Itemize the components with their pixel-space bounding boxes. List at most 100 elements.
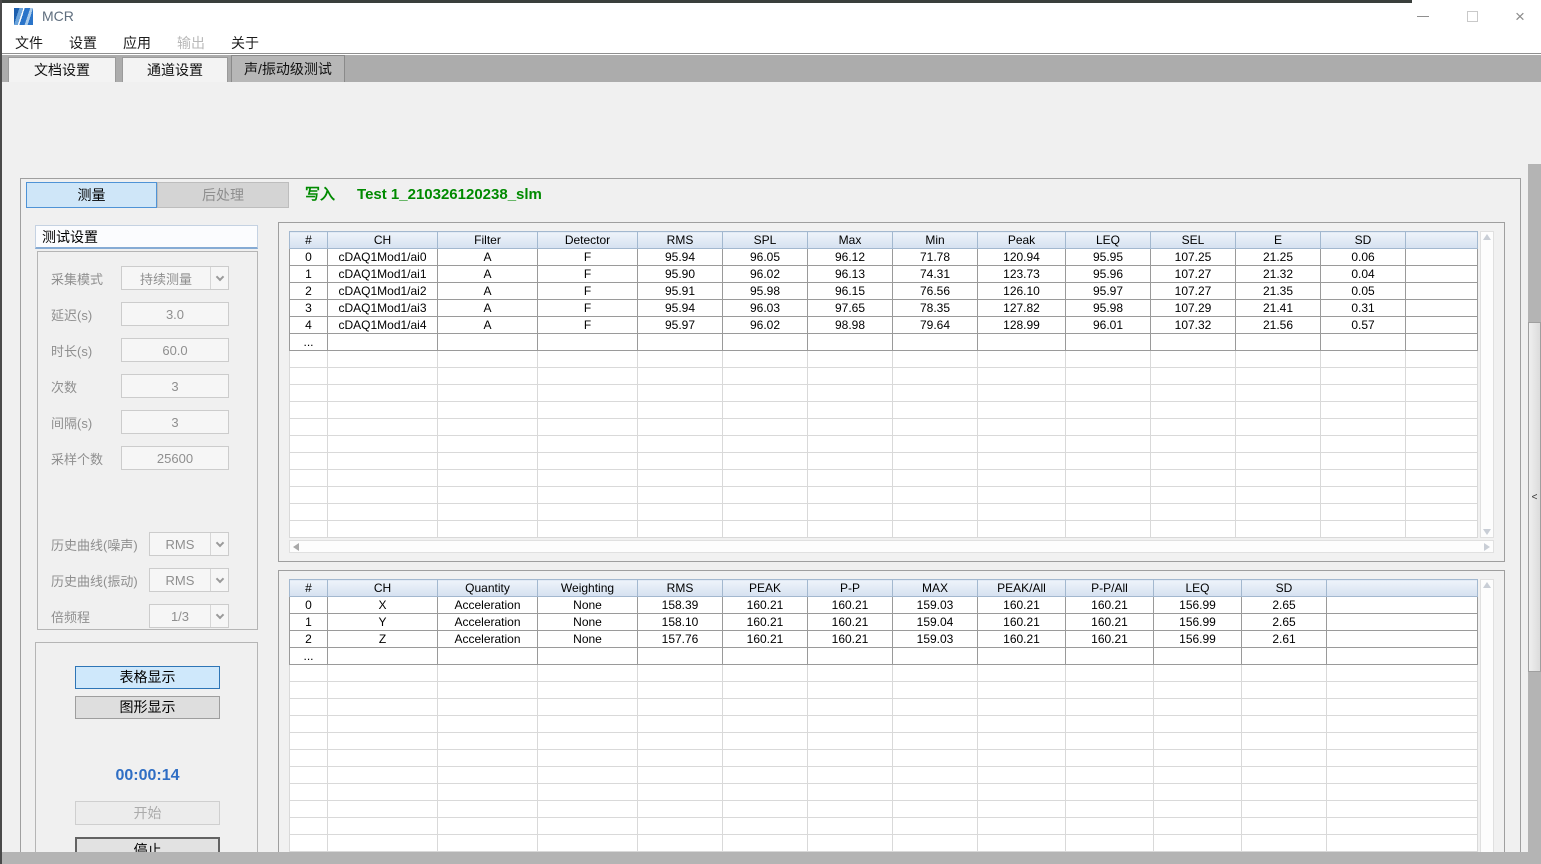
empty-row [290,818,1478,835]
table-cell [1151,504,1236,521]
empty-row [290,784,1478,801]
field-value: 60.0 [122,343,228,358]
table-cell [1321,453,1406,470]
side-collapse-button[interactable]: < [1528,322,1541,672]
table-cell: 2.65 [1242,614,1327,631]
field-row: 延迟(s)3.0 [51,302,229,326]
table-cell [1236,368,1321,385]
table-cell [1321,504,1406,521]
table-cell [978,385,1066,402]
scroll-up-icon [1483,234,1491,240]
table-cell [978,487,1066,504]
field-input[interactable]: 3 [121,410,229,434]
timer-display: 00:00:14 [36,767,259,785]
table-cell [808,419,893,436]
field-dropdown[interactable]: 持续测量 [121,266,229,290]
column-header: Min [893,232,978,249]
table-cell [1406,470,1478,487]
table-cell [290,733,328,750]
table-cell [538,818,638,835]
table-cell [328,716,438,733]
field-input[interactable]: 25600 [121,446,229,470]
table-cell [538,835,638,852]
table-cell: A [438,317,538,334]
table-cell [290,453,328,470]
field-dropdown[interactable]: RMS [149,568,229,592]
table-cell [1327,835,1478,852]
table-cell [893,521,978,538]
table-cell [1321,351,1406,368]
field-dropdown[interactable]: RMS [149,532,229,556]
table-display-button[interactable]: 表格显示 [75,666,220,689]
table-cell [328,453,438,470]
table-cell [978,453,1066,470]
table-cell [978,801,1066,818]
table-cell [723,487,808,504]
sound-table-hscrollbar[interactable] [289,540,1494,553]
close-button[interactable]: × [1497,0,1541,32]
table-cell [1321,470,1406,487]
minimize-button[interactable] [1400,0,1446,32]
table-cell [328,750,438,767]
column-header: E [1236,232,1321,249]
empty-row [290,716,1478,733]
table-cell [723,665,808,682]
table-cell [290,419,328,436]
table-cell [1236,402,1321,419]
measure-mode-button[interactable]: 测量 [26,182,157,208]
field-value: RMS [150,573,210,588]
table-cell [638,716,723,733]
menu-item-file[interactable]: 文件 [15,33,43,53]
table-cell [638,665,723,682]
menu-item-output[interactable]: 输出 [177,33,205,53]
table-cell [808,402,893,419]
table-cell [290,385,328,402]
sound-table-vscrollbar[interactable] [1480,231,1494,538]
field-input[interactable]: 3 [121,374,229,398]
table-cell: 0.04 [1321,266,1406,283]
table-cell [1151,436,1236,453]
table-cell [808,682,893,699]
table-cell [978,784,1066,801]
scroll-up-icon [1483,582,1491,588]
maximize-button[interactable] [1449,0,1495,32]
table-cell [328,835,438,852]
table-cell [328,818,438,835]
table-cell [638,351,723,368]
table-cell [438,402,538,419]
postprocess-mode-button[interactable]: 后处理 [157,182,289,208]
tab-document-settings[interactable]: 文档设置 [8,57,116,82]
table-cell [978,648,1066,665]
table-cell [538,750,638,767]
maximize-icon [1467,11,1478,22]
table-cell [438,767,538,784]
column-header: # [290,232,328,249]
table-cell: 76.56 [893,283,978,300]
table-cell [1151,470,1236,487]
vibration-table-vscrollbar[interactable] [1480,579,1494,864]
menu-item-about[interactable]: 关于 [231,33,259,53]
table-cell: 107.27 [1151,266,1236,283]
menu-item-application[interactable]: 应用 [123,33,151,53]
menu-item-settings[interactable]: 设置 [69,33,97,53]
field-input[interactable]: 3.0 [121,302,229,326]
field-input[interactable]: 60.0 [121,338,229,362]
table-cell [1066,419,1151,436]
table-cell [1066,784,1154,801]
tab-sound-vibration-test[interactable]: 声/振动级测试 [231,55,345,82]
table-cell [1066,402,1151,419]
table-row: 2cDAQ1Mod1/ai2AF95.9195.9896.1576.56126.… [290,283,1478,300]
table-cell [290,835,328,852]
table-cell: cDAQ1Mod1/ai2 [328,283,438,300]
table-cell [638,368,723,385]
table-cell: 2 [290,283,328,300]
empty-row [290,419,1478,436]
ellipsis-cell: ... [290,648,328,665]
field-dropdown[interactable]: 1/3 [149,604,229,628]
field-label: 次数 [51,377,121,396]
tab-channel-settings[interactable]: 通道设置 [122,57,228,82]
table-cell [1242,818,1327,835]
table-cell [290,818,328,835]
graph-display-button[interactable]: 图形显示 [75,696,220,719]
start-button[interactable]: 开始 [75,801,220,825]
